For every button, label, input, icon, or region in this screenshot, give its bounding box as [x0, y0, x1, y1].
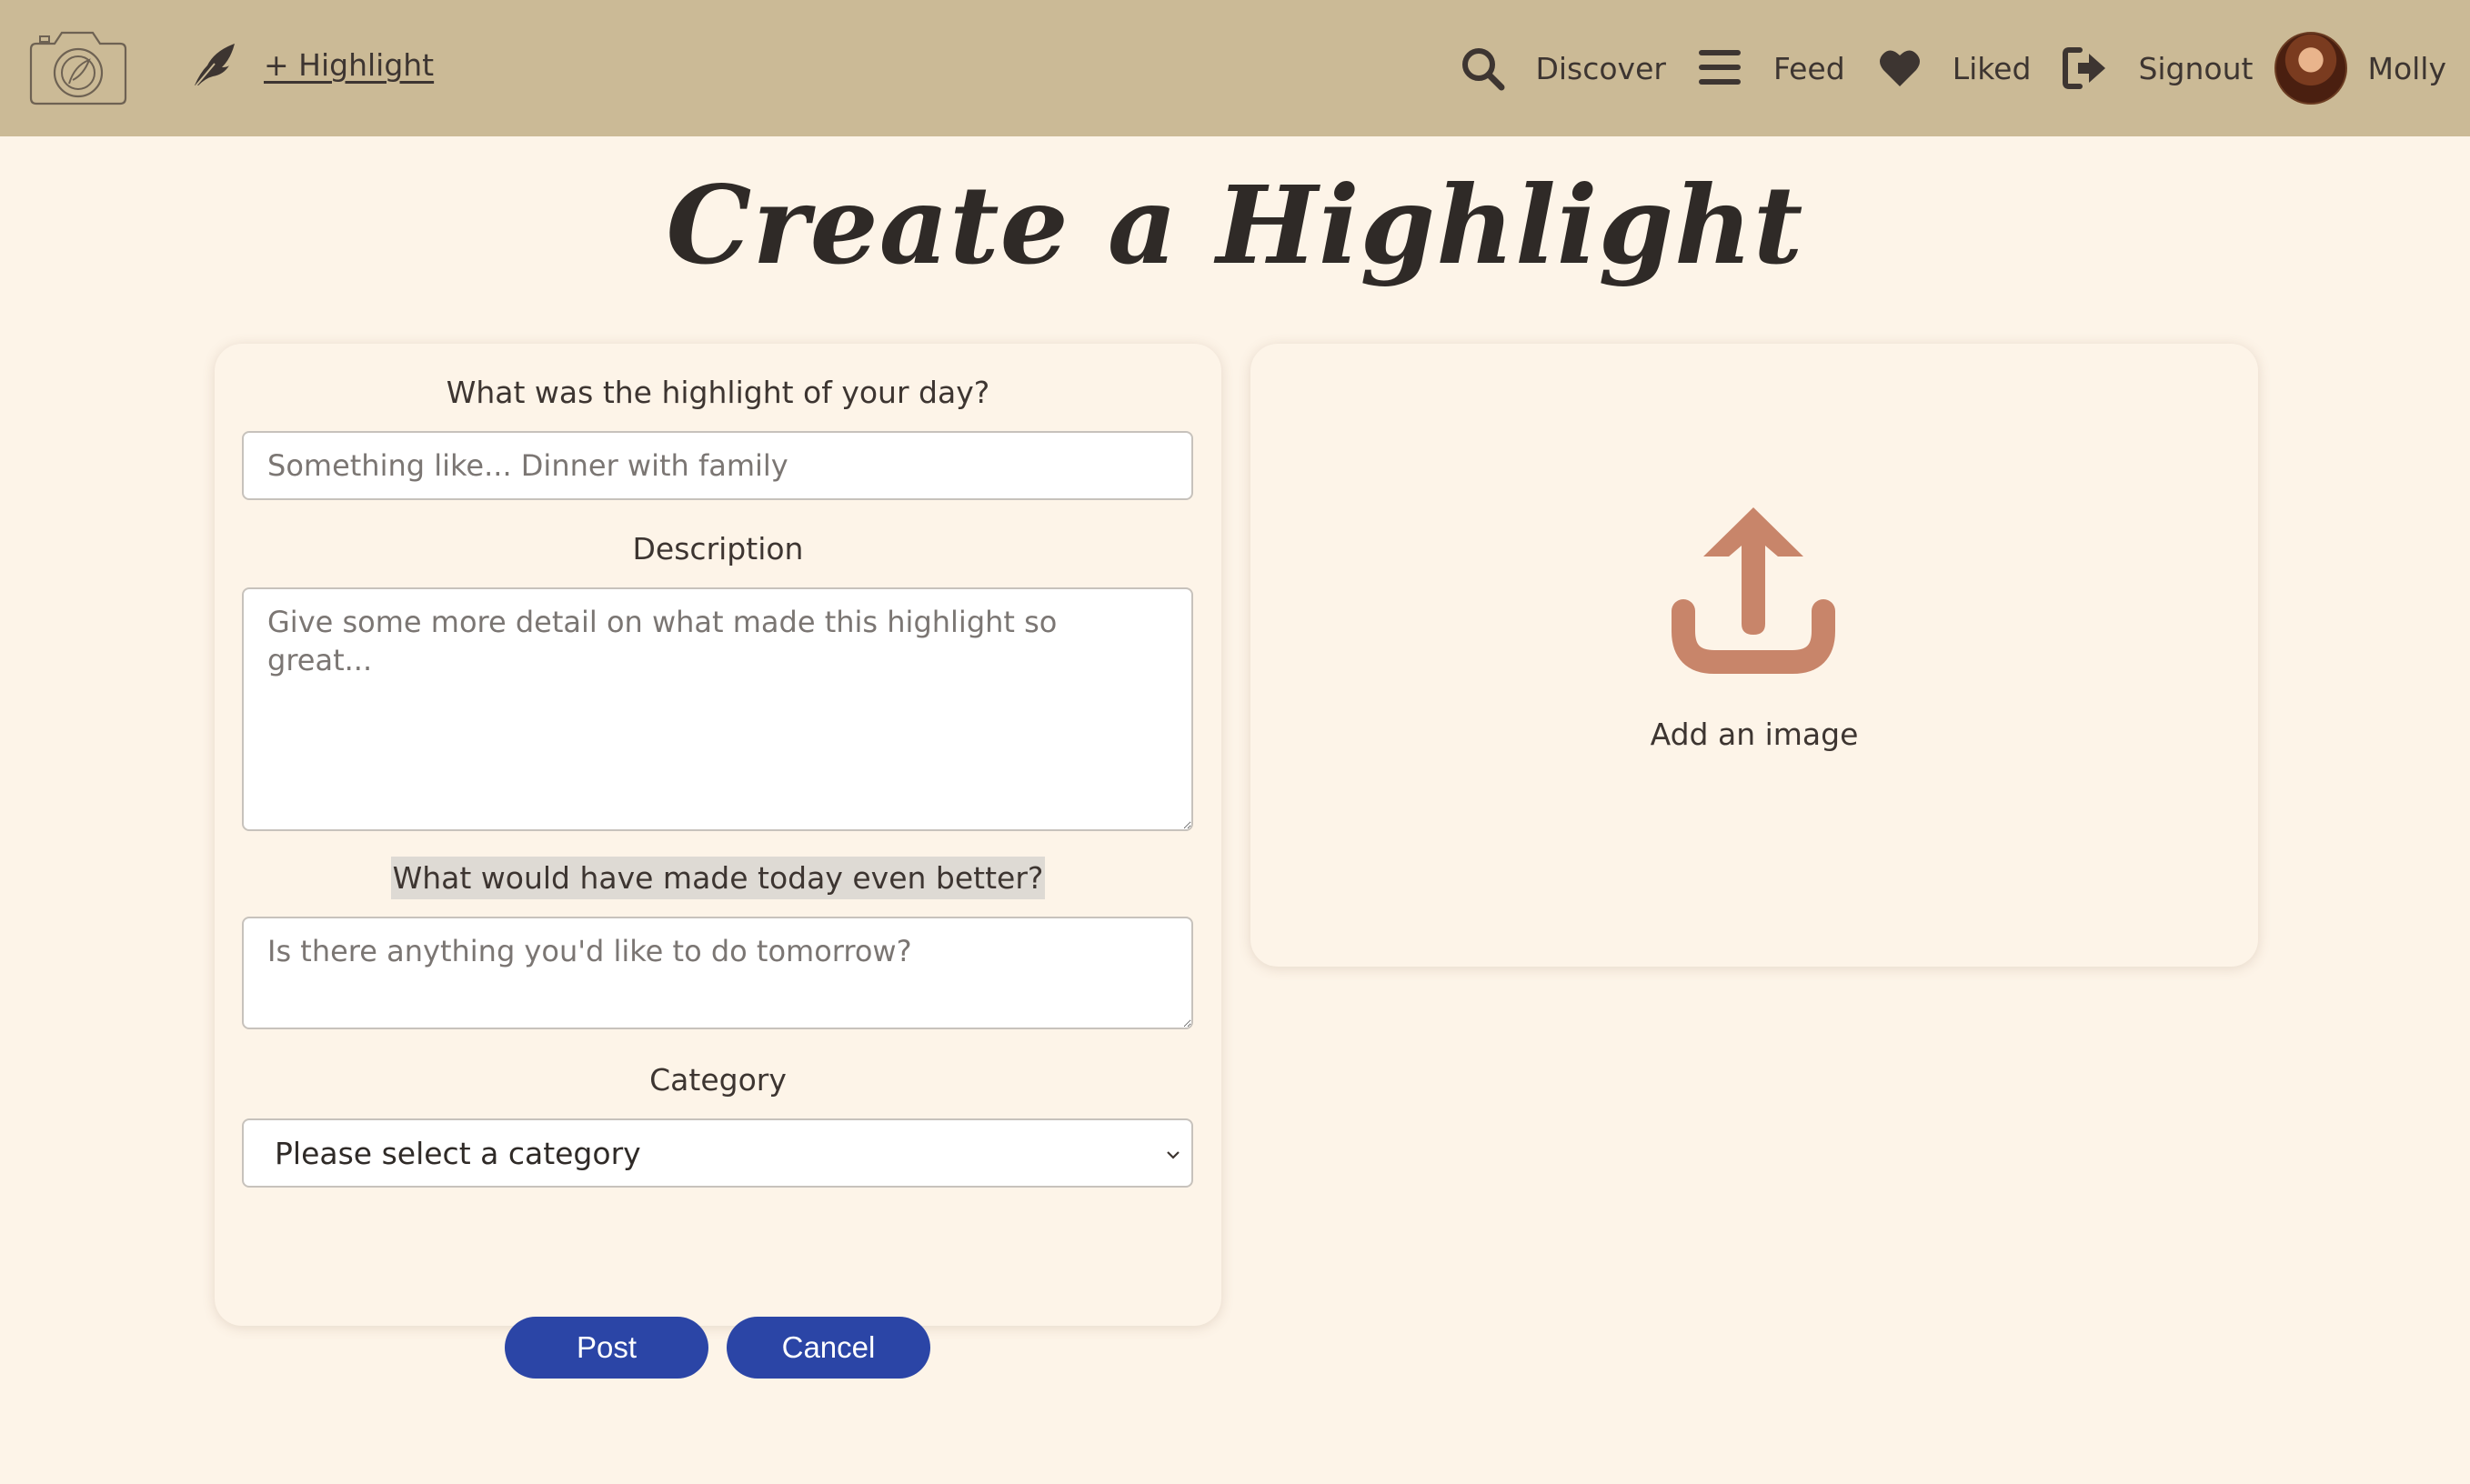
cancel-button[interactable]: Cancel [727, 1317, 930, 1379]
category-select[interactable]: Please select a category [242, 1118, 1193, 1188]
highlight-input[interactable] [242, 431, 1193, 500]
user-name[interactable]: Molly [2367, 51, 2446, 86]
nav-menu: Discover Feed Liked Signout Molly [1459, 0, 2446, 136]
nav-discover[interactable]: Discover [1459, 45, 1666, 92]
camera-logo-icon[interactable] [24, 24, 133, 107]
post-button[interactable]: Post [505, 1317, 708, 1379]
chevron-down-icon [1167, 1151, 1180, 1159]
avatar[interactable] [2274, 32, 2348, 105]
add-highlight-link[interactable]: + Highlight [264, 47, 434, 83]
nav-feed[interactable]: Feed [1697, 45, 1845, 92]
page-title: Create a Highlight [666, 162, 1804, 288]
description-textarea[interactable] [242, 587, 1193, 831]
upload-icon [1672, 507, 1835, 674]
category-select-value: Please select a category [275, 1135, 641, 1171]
nav-liked[interactable]: Liked [1876, 45, 2032, 92]
better-label: What would have made today even better? [215, 857, 1221, 899]
nav-signout[interactable]: Signout [2062, 45, 2253, 92]
signout-icon [2063, 47, 2106, 89]
top-navbar: + Highlight Discover Feed Liked Signout … [0, 0, 2470, 136]
heart-icon [1879, 50, 1920, 86]
nav-liked-label: Liked [1952, 50, 2032, 86]
highlight-form: What was the highlight of your day? Desc… [215, 344, 1221, 1379]
add-image-label: Add an image [1650, 717, 1859, 752]
image-upload-dropzone[interactable]: Add an image [1250, 344, 2258, 967]
feather-icon[interactable] [187, 36, 242, 91]
bars-icon [1698, 50, 1741, 85]
better-textarea[interactable] [242, 917, 1193, 1029]
nav-signout-label: Signout [2138, 50, 2254, 86]
better-label-text: What would have made today even better? [390, 857, 1046, 899]
category-label: Category [649, 1062, 787, 1098]
description-label: Description [632, 531, 804, 567]
nav-discover-label: Discover [1535, 50, 1666, 86]
highlight-label: What was the highlight of your day? [446, 375, 990, 410]
nav-feed-label: Feed [1772, 50, 1845, 86]
search-icon [1462, 48, 1505, 91]
